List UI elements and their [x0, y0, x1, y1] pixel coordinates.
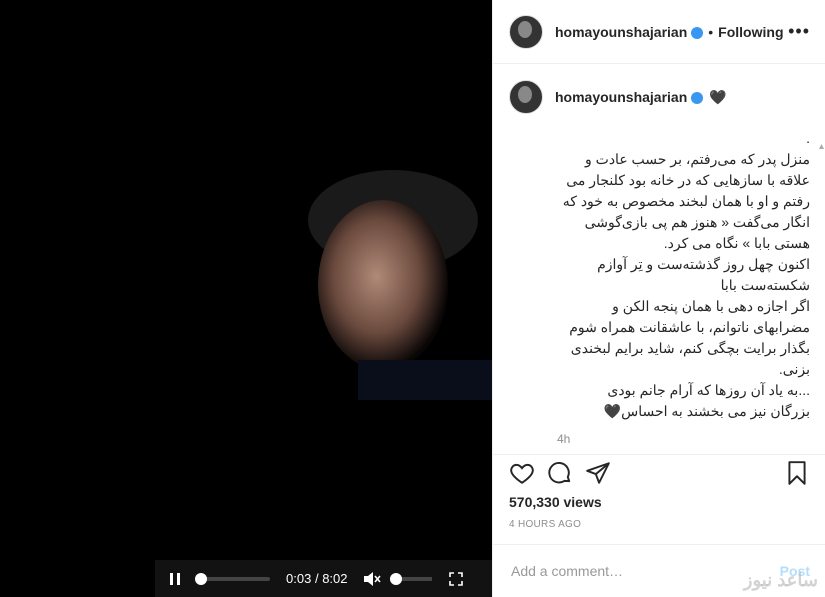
post-actions: [493, 454, 825, 490]
following-button[interactable]: Following: [718, 24, 783, 40]
caption-avatar[interactable]: [509, 80, 543, 114]
like-heart-icon[interactable]: [509, 460, 535, 486]
watermark-logo: ساعد نیوز: [743, 570, 818, 590]
comment-input[interactable]: [509, 562, 773, 580]
video-player[interactable]: 0:03 / 8:02: [0, 0, 492, 597]
time-separator: /: [314, 571, 319, 586]
pause-icon: [170, 572, 180, 585]
verified-badge-icon: [691, 26, 704, 39]
video-frame-portrait: [298, 160, 492, 400]
views-count[interactable]: 570,330 views: [509, 494, 602, 510]
current-time: 0:03: [286, 571, 312, 586]
caption-header: homayounshajarian 🖤: [509, 80, 810, 114]
video-controls: 0:03 / 8:02: [155, 560, 492, 597]
seek-knob[interactable]: [195, 572, 208, 585]
avatar[interactable]: [509, 14, 543, 49]
pause-button[interactable]: [155, 560, 195, 597]
black-heart-emoji: 🖤: [709, 88, 727, 105]
caption-text: . منزل پدر که می‌رفتم، بر حسب عادت و علا…: [562, 130, 810, 419]
verified-badge-icon: [691, 92, 704, 104]
more-icon[interactable]: •••: [788, 21, 810, 42]
volume-slider[interactable]: [389, 572, 432, 585]
post-header: homayounshajarian • Following •••: [493, 0, 825, 64]
fullscreen-button[interactable]: [444, 571, 468, 586]
seek-bar[interactable]: [195, 572, 270, 585]
caption-username[interactable]: homayounshajarian: [555, 89, 687, 105]
scrollbar[interactable]: [819, 144, 824, 344]
comment-icon[interactable]: [547, 460, 573, 486]
duration: 8:02: [322, 571, 348, 586]
header-username[interactable]: homayounshajarian: [555, 24, 687, 40]
time-display: 0:03 / 8:02: [286, 571, 348, 586]
mute-button[interactable]: [360, 571, 384, 587]
posted-time[interactable]: 4 HOURS AGO: [509, 519, 581, 530]
caption-area: homayounshajarian 🖤 . منزل پدر که می‌رفت…: [493, 64, 825, 454]
post-sidebar: homayounshajarian • Following ••• homayo…: [492, 0, 825, 597]
volume-muted-icon: [363, 571, 381, 586]
share-icon[interactable]: [585, 460, 611, 486]
save-bookmark-icon[interactable]: [784, 460, 810, 486]
volume-knob[interactable]: [389, 572, 402, 585]
caption-time-ago: 4h: [557, 432, 571, 446]
fullscreen-icon: [448, 571, 463, 586]
header-separator: •: [708, 23, 714, 40]
